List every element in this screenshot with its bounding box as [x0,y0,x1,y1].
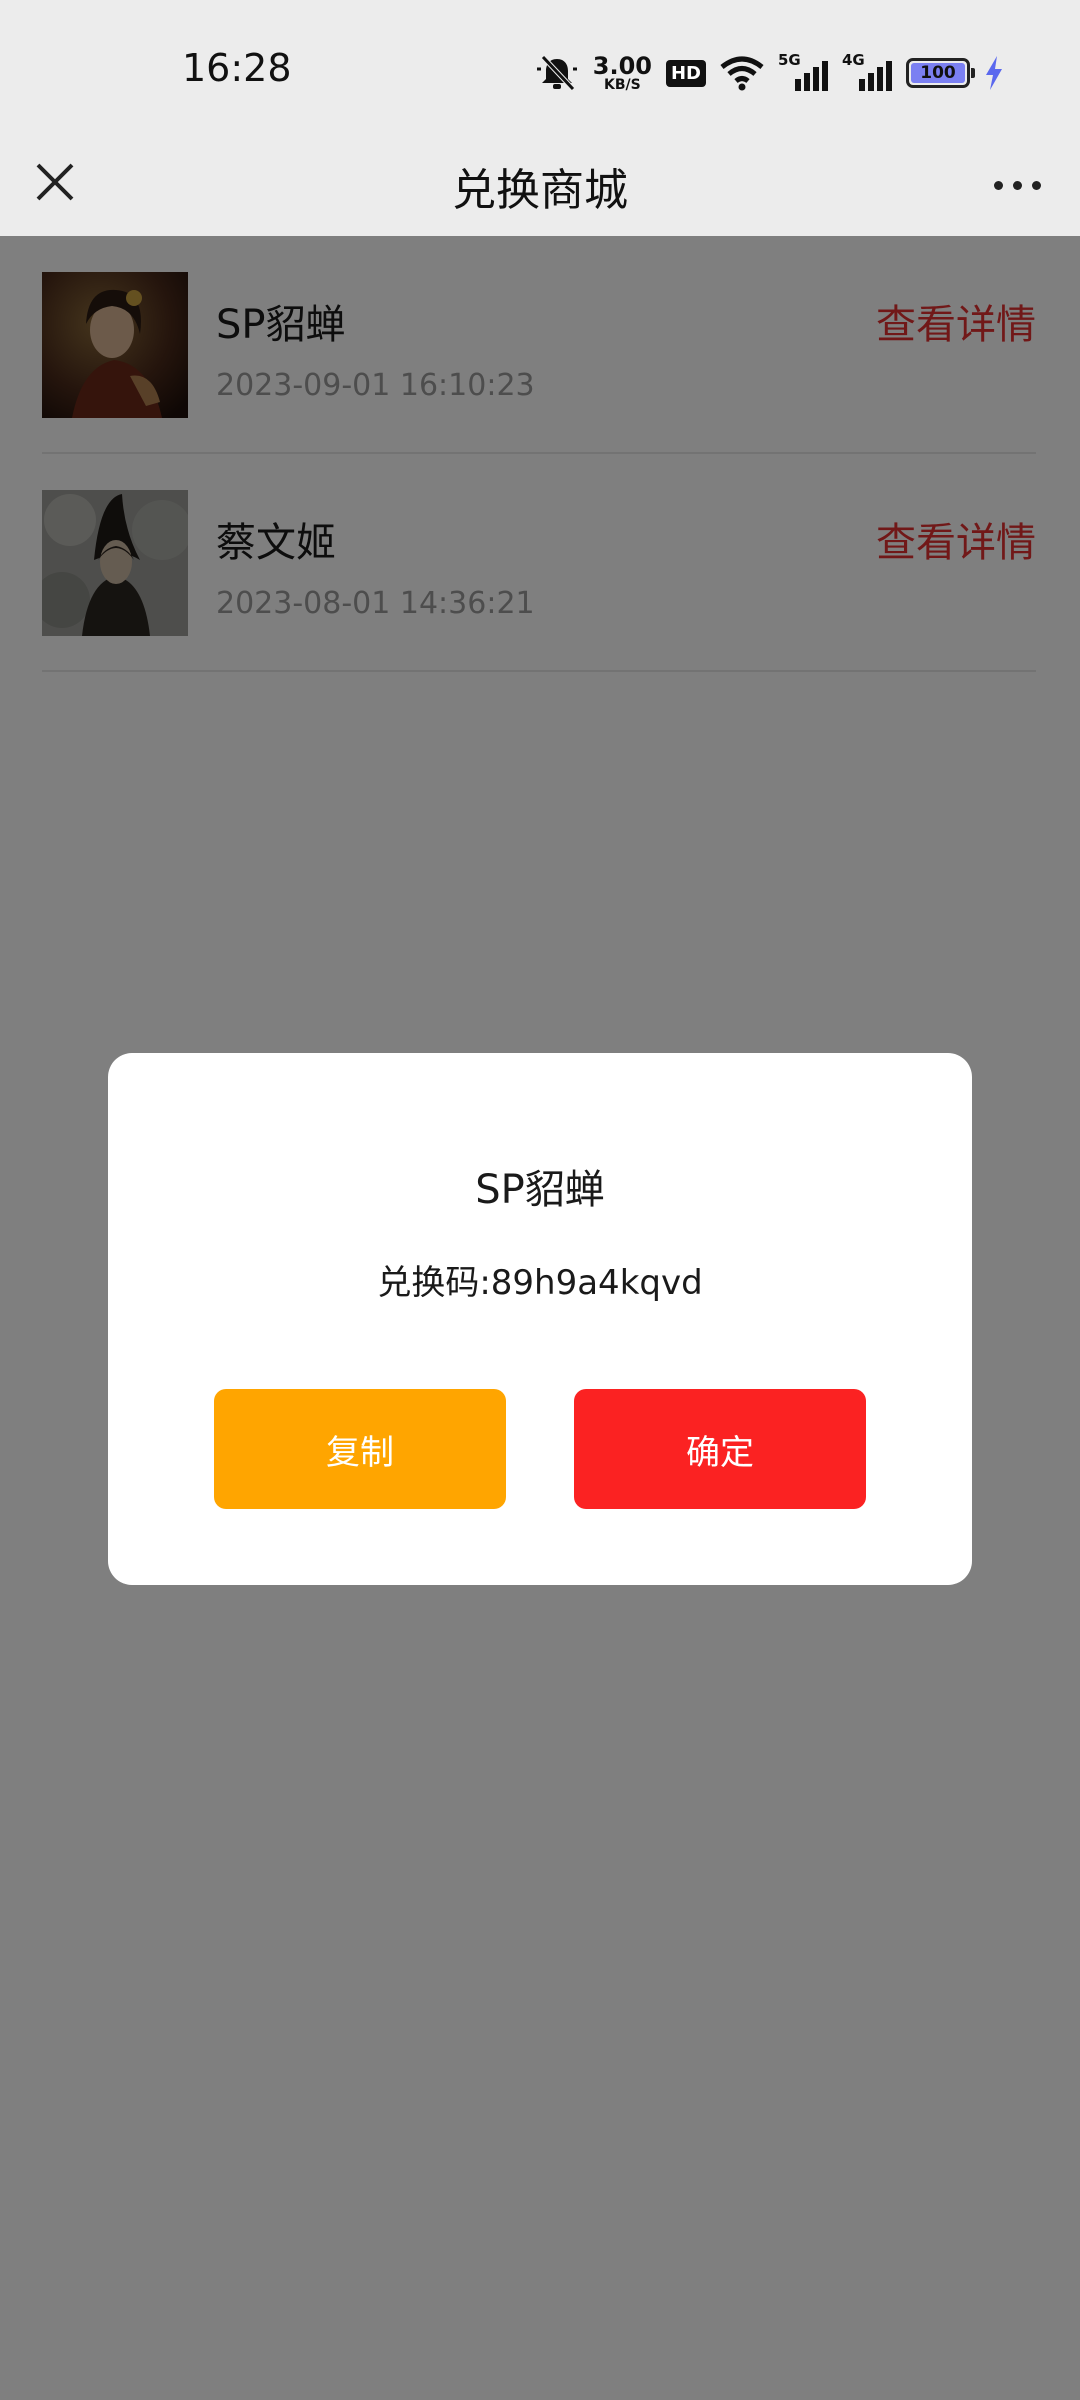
wifi-icon [720,55,764,91]
signal-5g-icon: 5G [778,51,828,93]
net-speed: 3.00 KB/S [593,54,652,92]
battery-icon: 100 [906,58,975,88]
more-icon [993,180,1003,190]
battery-level: 100 [911,63,965,83]
hd-badge: HD [665,59,706,87]
copy-button[interactable]: 复制 [214,1389,506,1509]
confirm-button[interactable]: 确定 [574,1389,866,1509]
net-speed-value: 3.00 [592,52,652,80]
redeem-code-dialog: SP貂蝉 兑换码:89h9a4kqvd 复制 确定 [108,1053,972,1585]
status-bar: 16:28 3.00 KB/S HD 5G 4G 100 [0,0,1080,140]
redeem-code-text: 兑换码:89h9a4kqvd [377,1263,703,1303]
page-title: 兑换商城 [452,165,628,216]
nav-bar: 兑换商城 [0,140,1080,236]
status-icons: 3.00 KB/S HD 5G 4G 100 [535,50,1004,96]
status-time: 16:28 [182,46,292,90]
net-speed-unit: KB/S [604,77,641,93]
signal-4g-icon: 4G [842,51,892,93]
dialog-title: SP貂蝉 [475,1167,605,1213]
mute-bell-icon [535,53,579,93]
more-button[interactable] [984,160,1050,210]
charging-icon [984,55,1004,91]
